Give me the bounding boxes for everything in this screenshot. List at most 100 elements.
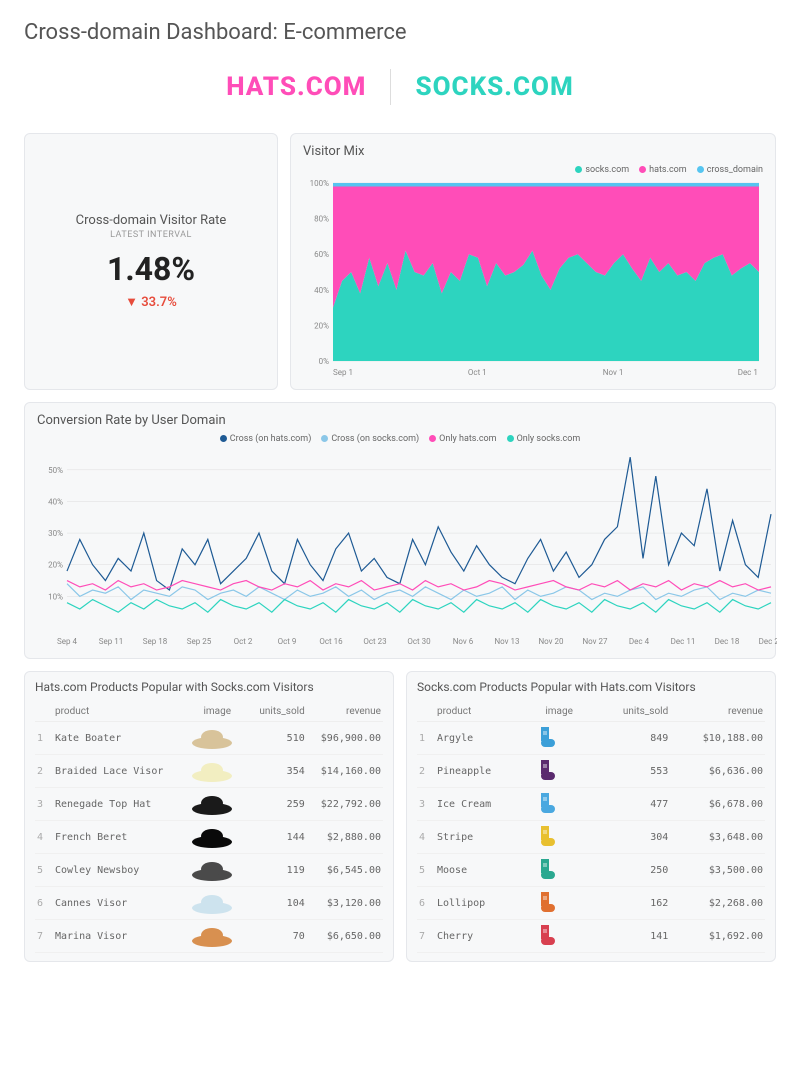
- row-index: 1: [35, 722, 53, 755]
- cell-image: [521, 722, 598, 755]
- metric-subtitle: LATEST INTERVAL: [110, 230, 192, 240]
- brand-hats: HATS.COM: [226, 72, 366, 102]
- row-index: 6: [417, 887, 435, 920]
- svg-text:40%: 40%: [314, 286, 329, 295]
- hats-table: product image units_sold revenue 1Kate B…: [35, 702, 383, 953]
- svg-text:20%: 20%: [314, 321, 329, 330]
- legend-only-socks: Only socks.com: [507, 434, 581, 444]
- row-index: 3: [35, 788, 53, 821]
- cell-product: French Beret: [53, 821, 186, 854]
- brand-separator: [390, 69, 391, 105]
- cell-product: Kate Boater: [53, 722, 186, 755]
- col-image: image: [186, 702, 248, 722]
- metric-title: Cross-domain Visitor Rate: [76, 213, 227, 228]
- brand-socks: SOCKS.COM: [415, 72, 573, 102]
- cell-image: [186, 821, 248, 854]
- svg-text:Nov 27: Nov 27: [582, 637, 608, 646]
- cell-units: 477: [597, 788, 670, 821]
- svg-text:Nov 13: Nov 13: [494, 637, 519, 646]
- conversion-legend: Cross (on hats.com) Cross (on socks.com)…: [37, 434, 763, 444]
- cell-image: [186, 920, 248, 953]
- visitor-mix-chart: 0%20%40%60%80%100%Sep 1Oct 1Nov 1Dec 1: [303, 179, 763, 379]
- cell-product: Renegade Top Hat: [53, 788, 186, 821]
- cell-revenue: $1,692.00: [670, 920, 765, 953]
- visitor-mix-legend: socks.com hats.com cross_domain: [303, 165, 763, 175]
- cell-revenue: $96,900.00: [307, 722, 383, 755]
- svg-text:Sep 18: Sep 18: [143, 637, 168, 646]
- cell-image: [186, 887, 248, 920]
- cell-product: Stripe: [435, 821, 521, 854]
- svg-text:Oct 9: Oct 9: [278, 637, 297, 646]
- table-row: 3Ice Cream477$6,678.00: [417, 788, 765, 821]
- legend-cross: cross_domain: [697, 165, 763, 175]
- row-index: 2: [417, 755, 435, 788]
- page-title: Cross-domain Dashboard: E-commerce: [24, 20, 776, 45]
- socks-table: product image units_sold revenue 1Argyle…: [417, 702, 765, 953]
- row-index: 7: [35, 920, 53, 953]
- svg-text:Oct 30: Oct 30: [407, 637, 431, 646]
- svg-text:Oct 1: Oct 1: [468, 368, 487, 377]
- cell-units: 119: [248, 854, 307, 887]
- cell-product: Lollipop: [435, 887, 521, 920]
- svg-text:40%: 40%: [48, 497, 63, 506]
- cell-revenue: $3,500.00: [670, 854, 765, 887]
- cell-units: 141: [597, 920, 670, 953]
- cell-revenue: $6,545.00: [307, 854, 383, 887]
- svg-text:Oct 2: Oct 2: [234, 637, 253, 646]
- cell-image: [521, 887, 598, 920]
- svg-text:0%: 0%: [319, 357, 329, 366]
- svg-text:Sep 11: Sep 11: [99, 637, 123, 646]
- svg-text:Dec 18: Dec 18: [715, 637, 740, 646]
- cell-revenue: $10,188.00: [670, 722, 765, 755]
- row-index: 5: [417, 854, 435, 887]
- cell-revenue: $6,678.00: [670, 788, 765, 821]
- cell-units: 510: [248, 722, 307, 755]
- table-row: 1Argyle849$10,188.00: [417, 722, 765, 755]
- conversion-card: Conversion Rate by User Domain Cross (on…: [24, 402, 776, 659]
- socks-table-title: Socks.com Products Popular with Hats.com…: [417, 680, 765, 694]
- cell-image: [186, 755, 248, 788]
- cell-image: [521, 821, 598, 854]
- cell-product: Moose: [435, 854, 521, 887]
- cell-revenue: $3,648.00: [670, 821, 765, 854]
- row-index: 4: [35, 821, 53, 854]
- table-row: 4Stripe304$3,648.00: [417, 821, 765, 854]
- cell-product: Argyle: [435, 722, 521, 755]
- cell-image: [521, 854, 598, 887]
- table-row: 4French Beret144$2,880.00: [35, 821, 383, 854]
- cell-units: 304: [597, 821, 670, 854]
- cell-image: [521, 920, 598, 953]
- cell-units: 70: [248, 920, 307, 953]
- cell-revenue: $2,268.00: [670, 887, 765, 920]
- cell-product: Cowley Newsboy: [53, 854, 186, 887]
- svg-text:Dec 1: Dec 1: [738, 368, 758, 377]
- cell-product: Pineapple: [435, 755, 521, 788]
- cell-product: Cannes Visor: [53, 887, 186, 920]
- hats-table-card: Hats.com Products Popular with Socks.com…: [24, 671, 394, 962]
- svg-text:Dec 25: Dec 25: [759, 637, 777, 646]
- svg-text:Nov 20: Nov 20: [538, 637, 564, 646]
- svg-text:60%: 60%: [314, 250, 329, 259]
- cell-units: 104: [248, 887, 307, 920]
- cell-units: 144: [248, 821, 307, 854]
- col-revenue: revenue: [670, 702, 765, 722]
- table-row: 1Kate Boater 510$96,900.00: [35, 722, 383, 755]
- row-index: 5: [35, 854, 53, 887]
- legend-socks: socks.com: [575, 165, 629, 175]
- svg-text:Nov 6: Nov 6: [453, 637, 474, 646]
- svg-text:30%: 30%: [48, 529, 63, 538]
- cell-image: [186, 854, 248, 887]
- cell-product: Braided Lace Visor: [53, 755, 186, 788]
- table-row: 2Pineapple553$6,636.00: [417, 755, 765, 788]
- table-row: 3Renegade Top Hat259$22,792.00: [35, 788, 383, 821]
- metric-value: 1.48%: [107, 250, 195, 288]
- svg-text:Sep 4: Sep 4: [57, 637, 77, 646]
- col-revenue: revenue: [307, 702, 383, 722]
- hats-table-title: Hats.com Products Popular with Socks.com…: [35, 680, 383, 694]
- row-index: 7: [417, 920, 435, 953]
- legend-hats: hats.com: [639, 165, 687, 175]
- cell-image: [521, 755, 598, 788]
- svg-text:20%: 20%: [48, 561, 63, 570]
- table-row: 5Moose250$3,500.00: [417, 854, 765, 887]
- col-image: image: [521, 702, 598, 722]
